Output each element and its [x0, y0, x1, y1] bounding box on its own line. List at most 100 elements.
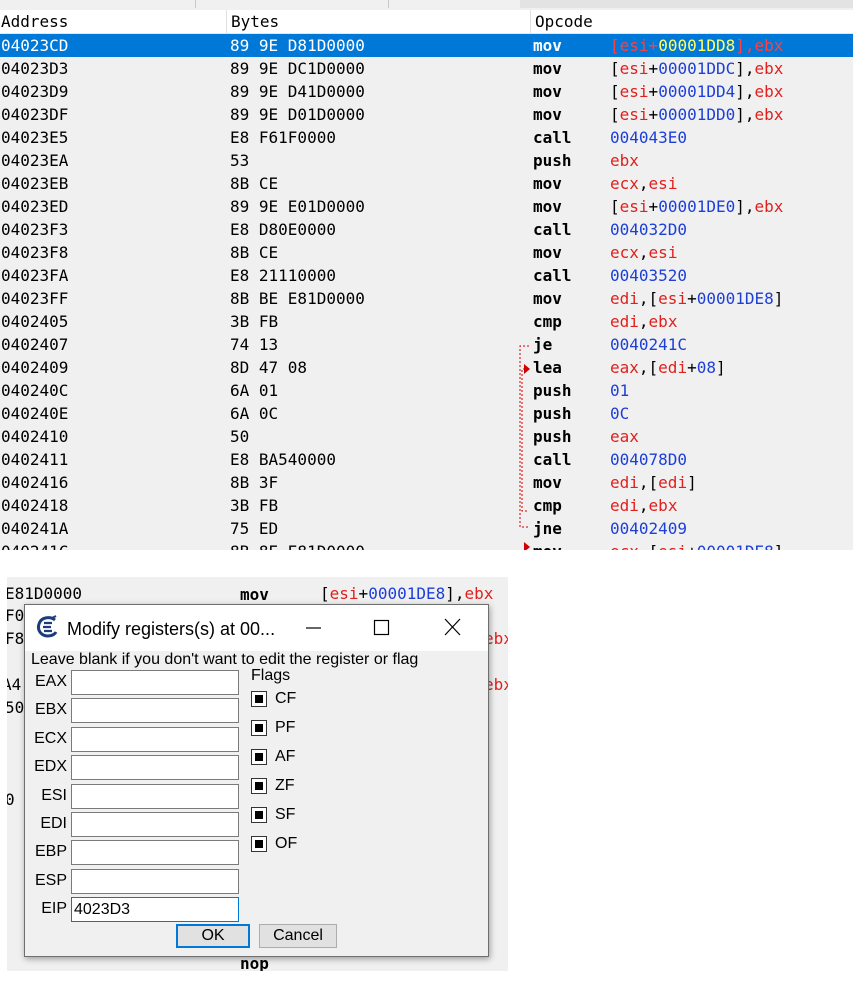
dialog-titlebar[interactable]: Modify registers(s) at 00...	[25, 605, 488, 651]
bytes-cell: 8B 3F	[230, 473, 279, 492]
register-input-esi[interactable]	[71, 783, 239, 809]
instruction-row[interactable]: 0402407 74 13 je 0040241C	[0, 333, 853, 356]
instruction-row[interactable]: 04023FA E8 21110000 call 00403520	[0, 264, 853, 287]
modify-registers-dialog: Modify registers(s) at 00... Leave blank…	[24, 604, 489, 957]
column-opcode[interactable]: Opcode	[535, 12, 593, 31]
column-header: Address Bytes Opcode	[0, 10, 853, 34]
operand-token: ebx	[464, 584, 494, 603]
horizontal-scrollbar[interactable]	[0, 0, 853, 8]
instruction-row[interactable]: 04023EA 53 push ebx	[0, 149, 853, 172]
mnemonic-cell: push	[533, 151, 572, 170]
operand-cell: edi,ebx	[610, 310, 677, 333]
instruction-row[interactable]: 040240C 6A 01 push 01	[0, 379, 853, 402]
register-input-esp[interactable]	[71, 868, 239, 894]
instruction-text: Leave blank if you don't want to edit th…	[31, 651, 419, 668]
disassembler-view[interactable]: Address Bytes Opcode 04023CD 89 9E D81D00…	[0, 0, 853, 550]
instruction-row[interactable]: 0402416 8B 3F mov edi,[edi]	[0, 471, 853, 494]
cancel-button[interactable]: Cancel	[259, 924, 337, 948]
instruction-row[interactable]: 040240E 6A 0C push 0C	[0, 402, 853, 425]
instruction-row[interactable]: 04023EB 8B CE mov ecx,esi	[0, 172, 853, 195]
instruction-row[interactable]: 04023D3 89 9E DC1D0000 mov [esi+00001DDC],e…	[0, 57, 853, 80]
instruction-row[interactable]: 04023ED 89 9E E01D0000 mov [esi+00001DE0],e…	[0, 195, 853, 218]
maximize-button[interactable]	[361, 611, 401, 645]
indeterminate-mark	[255, 753, 263, 761]
mnemonic-cell: push	[533, 427, 572, 446]
instruction-row[interactable]: 04023DF 89 9E D01D0000 mov [esi+00001DD0],e…	[0, 103, 853, 126]
ok-button[interactable]: OK	[176, 924, 250, 948]
operand-cell: ecx,esi	[610, 172, 677, 195]
bg-fragment: 50	[7, 698, 25, 717]
close-button[interactable]	[432, 611, 472, 645]
instruction-row[interactable]: 0402411 E8 BA540000 call 004078D0	[0, 448, 853, 471]
mnemonic-cell: mov	[533, 59, 562, 78]
instruction-row[interactable]: 04023D9 89 9E D41D0000 mov [esi+00001DD4],e…	[0, 80, 853, 103]
mnemonic-cell: push	[533, 381, 572, 400]
instruction-row[interactable]: 0402409 8D 47 08 lea eax,[edi+08]	[0, 356, 853, 379]
bg-fragment: F0	[7, 606, 25, 625]
operand-token: +	[687, 289, 697, 308]
operand-token: edi	[610, 496, 639, 515]
scrollbar-thumb[interactable]	[520, 0, 853, 8]
bytes-cell: E8 BA540000	[230, 450, 336, 469]
bytes-cell: 89 9E E01D0000	[230, 197, 365, 216]
operand-token: +	[358, 584, 369, 603]
operand-cell: eax	[610, 425, 639, 448]
dialog-title: Modify registers(s) at 00...	[67, 619, 276, 639]
operand-token: [	[610, 59, 620, 78]
operand-token: [	[320, 584, 330, 603]
register-input-edx[interactable]	[71, 755, 239, 781]
operand-token: esi	[648, 174, 678, 193]
address-cell: 0402418	[1, 496, 69, 515]
mnemonic-cell: call	[533, 266, 572, 285]
instruction-row[interactable]: 04023FF 8B BE E81D0000 mov edi,[esi+00001DE…	[0, 287, 853, 310]
instruction-row[interactable]: 04023F3 E8 D80E0000 call 004032D0	[0, 218, 853, 241]
operand-token: 004032D0	[610, 220, 688, 239]
operand-token: edi	[610, 289, 639, 308]
operand-cell: [esi+00001DD0],ebx	[610, 103, 783, 126]
operand-token: esi	[619, 105, 649, 124]
instruction-row[interactable]: 040241A 75 ED jne 00402409	[0, 517, 853, 540]
bytes-cell: E8 21110000	[230, 266, 336, 285]
mnemonic-cell: mov	[533, 174, 562, 193]
register-input-ebp[interactable]	[71, 840, 239, 866]
register-label-ebp: EBP	[34, 843, 67, 861]
register-input-ebx[interactable]	[71, 698, 239, 724]
address-cell: 040240E	[1, 404, 69, 423]
operand-token: 00001DDC	[658, 59, 736, 78]
address-cell: 0402409	[1, 358, 69, 377]
operand-cell: eax,[edi+08]	[610, 356, 726, 379]
operand-token: 00001DE8	[368, 584, 446, 603]
operand-token: 004078D0	[610, 450, 688, 469]
operand-token: esi	[619, 59, 649, 78]
instruction-row[interactable]: 0402418 3B FB cmp edi,ebx	[0, 494, 853, 517]
operand-token: ,	[638, 243, 649, 262]
register-input-eip[interactable]	[71, 897, 239, 923]
column-divider[interactable]	[226, 10, 227, 33]
instruction-row[interactable]: 0402405 3B FB cmp edi,ebx	[0, 310, 853, 333]
register-input-eax[interactable]	[71, 670, 239, 695]
operand-token: 00001DD8	[658, 36, 736, 55]
bytes-cell: 89 9E D01D0000	[230, 105, 365, 124]
operand-token: ]	[773, 289, 784, 308]
register-input-ecx[interactable]	[71, 726, 239, 752]
column-bytes[interactable]: Bytes	[231, 12, 279, 31]
operand-cell: edi,[esi+00001DE8]	[610, 287, 783, 310]
column-divider[interactable]	[530, 10, 531, 33]
instruction-row[interactable]: 040241C 8B 8E E81D0000 mov ecx,[esi+00001DE…	[0, 540, 853, 550]
column-address[interactable]: Address	[1, 12, 68, 31]
address-cell: 04023ED	[1, 197, 69, 216]
operand-token: edi	[658, 473, 688, 492]
instruction-row[interactable]: 04023E5 E8 F61F0000 call 004043E0	[0, 126, 853, 149]
instruction-row-selected[interactable]: 04023CD 89 9E D81D0000 mov [esi+00001DD8],e…	[0, 34, 853, 57]
operand-token: ],	[735, 59, 755, 78]
instruction-row[interactable]: 0402410 50 push eax	[0, 425, 853, 448]
indeterminate-mark	[255, 724, 263, 732]
operand-token: ],	[735, 197, 755, 216]
address-cell: 0402416	[1, 473, 69, 492]
register-input-edi[interactable]	[71, 812, 239, 837]
minimize-button[interactable]	[293, 611, 333, 645]
instruction-row[interactable]: 04023F8 8B CE mov ecx,esi	[0, 241, 853, 264]
flags-title: Flags	[251, 667, 291, 684]
checkbox-indeterminate-icon	[251, 836, 267, 852]
close-icon	[444, 618, 461, 636]
